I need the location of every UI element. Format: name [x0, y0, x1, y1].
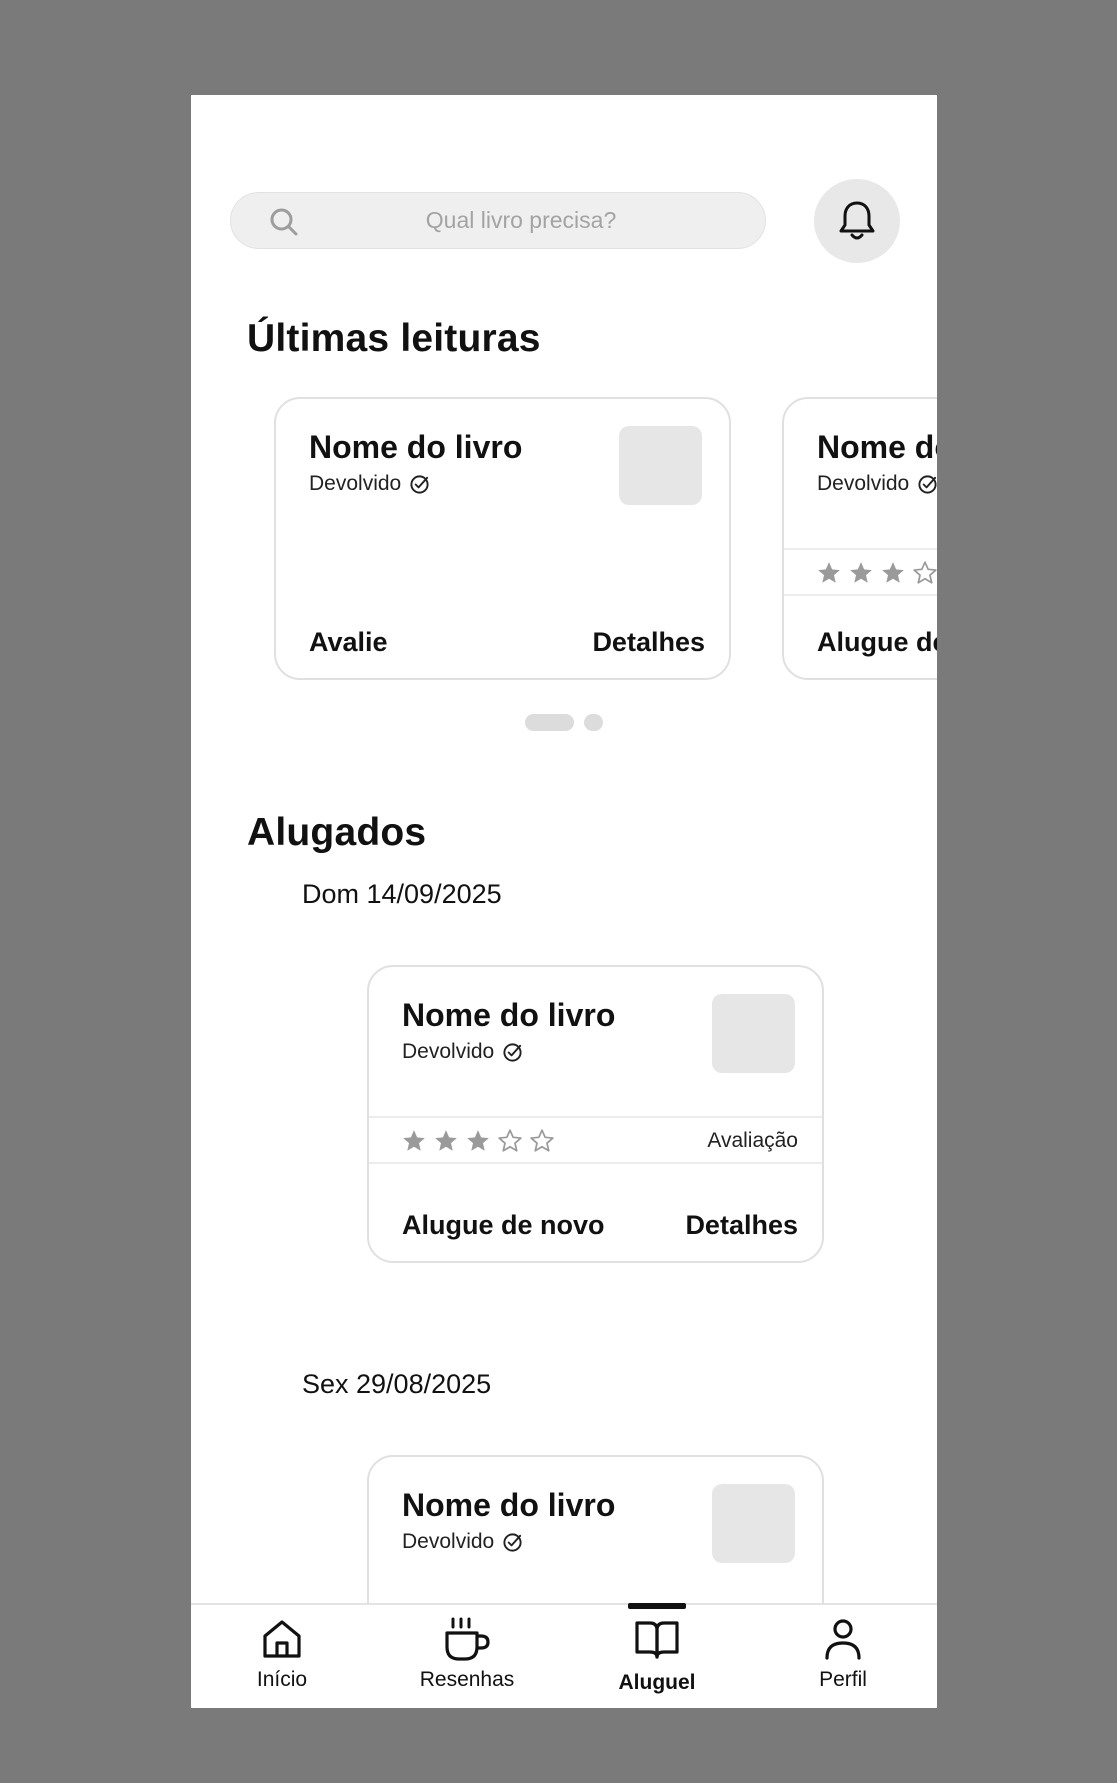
rating-row: Avaliação: [369, 1116, 822, 1164]
check-circle-icon: [503, 1042, 522, 1062]
carousel-dot[interactable]: [584, 714, 603, 731]
book-title: Nome do livro: [402, 997, 616, 1033]
home-icon: [263, 1620, 301, 1658]
book-status: Devolvido: [309, 472, 430, 496]
rented-title: Alugados: [247, 811, 427, 854]
details-button[interactable]: Detalhes: [592, 627, 705, 658]
carousel-pagination: [525, 714, 603, 731]
book-title: Nome do livro: [402, 1487, 616, 1523]
star-icon: [882, 562, 904, 583]
status-text: Devolvido: [817, 472, 910, 495]
star-icon: [498, 1129, 522, 1152]
book-cover-placeholder: [712, 994, 795, 1073]
user-icon: [825, 1619, 861, 1660]
nav-label: Aluguel: [618, 1671, 696, 1694]
check-circle-icon: [918, 474, 937, 494]
book-status: Devolvido: [817, 472, 937, 496]
book-title: Nome do livro: [309, 429, 523, 465]
nav-item-inicio[interactable]: Início: [212, 1605, 352, 1708]
check-circle-icon: [503, 1532, 522, 1552]
status-text: Devolvido: [309, 472, 402, 495]
coffee-cup-icon: [445, 1617, 490, 1661]
recent-book-card[interactable]: Nome do livro Devolvido Alugue de novo: [782, 397, 937, 680]
nav-label: Resenhas: [419, 1668, 515, 1691]
nav-item-perfil[interactable]: Perfil: [773, 1605, 913, 1708]
nav-item-resenhas[interactable]: Resenhas: [397, 1605, 537, 1708]
nav-item-aluguel[interactable]: Aluguel: [587, 1603, 727, 1708]
rent-again-button[interactable]: Alugue de novo: [402, 1210, 605, 1241]
phone-screen: Últimas leituras Nome do livro Devolvido…: [191, 95, 937, 1708]
star-icon: [913, 561, 937, 584]
carousel-dot-active[interactable]: [525, 714, 574, 731]
star-icon: [818, 562, 840, 583]
check-circle-icon: [410, 474, 429, 494]
star-icon: [403, 1130, 425, 1151]
book-cover-placeholder: [712, 1484, 795, 1563]
notifications-button[interactable]: [814, 179, 900, 263]
book-status: Devolvido: [402, 1530, 523, 1554]
open-book-icon: [635, 1621, 679, 1659]
bottom-navigation: Início Resenhas Aluguel Perfil: [191, 1603, 937, 1708]
book-status: Devolvido: [402, 1040, 523, 1064]
book-title: Nome do livro: [817, 429, 937, 465]
rating-label: Avaliação: [707, 1129, 798, 1152]
rent-again-button[interactable]: Alugue de novo: [817, 627, 937, 658]
search-icon: [270, 208, 298, 236]
book-cover-placeholder: [619, 426, 702, 505]
search-input[interactable]: [311, 193, 731, 248]
rating-row: [784, 548, 937, 596]
rental-date: Dom 14/09/2025: [302, 879, 502, 909]
star-rating[interactable]: [401, 1128, 555, 1154]
details-button[interactable]: Detalhes: [685, 1210, 798, 1241]
status-text: Devolvido: [402, 1530, 495, 1553]
star-icon: [530, 1129, 554, 1152]
star-icon: [435, 1130, 457, 1151]
bell-icon: [839, 201, 875, 240]
nav-label: Perfil: [819, 1668, 867, 1691]
search-bar[interactable]: [230, 192, 766, 249]
active-tab-indicator: [628, 1603, 686, 1609]
rented-book-card[interactable]: Nome do livro Devolvido Avaliação Alugue…: [367, 965, 824, 1263]
star-rating[interactable]: [816, 560, 937, 586]
rate-button[interactable]: Avalie: [309, 627, 388, 658]
star-icon: [467, 1130, 489, 1151]
star-icon: [850, 562, 872, 583]
nav-label: Início: [256, 1668, 308, 1691]
status-text: Devolvido: [402, 1040, 495, 1063]
recent-reads-title: Últimas leituras: [247, 317, 541, 360]
rental-date: Sex 29/08/2025: [302, 1369, 492, 1399]
recent-book-card[interactable]: Nome do livro Devolvido Avalie Detalhes: [274, 397, 731, 680]
